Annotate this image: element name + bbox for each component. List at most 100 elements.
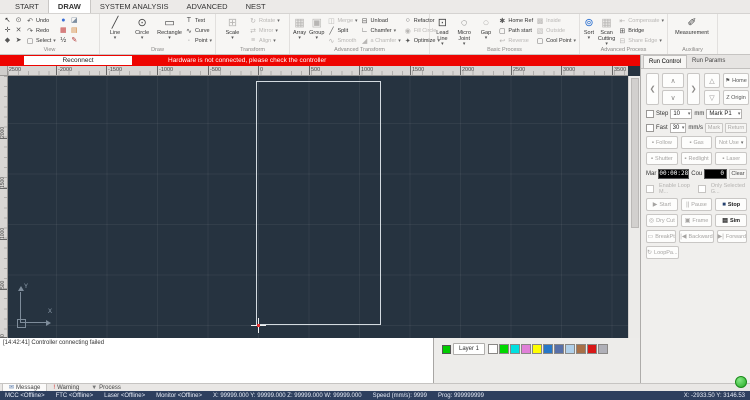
grid-toggle-icon[interactable]: ▦ bbox=[59, 26, 68, 35]
fast-checkbox[interactable] bbox=[646, 124, 654, 132]
smooth-button[interactable]: ∿Smooth bbox=[327, 36, 357, 45]
fit-view-icon[interactable]: ◆ bbox=[3, 36, 12, 45]
layer-color-swatch[interactable] bbox=[510, 344, 520, 354]
gap-button[interactable]: ○Gap▾ bbox=[477, 16, 496, 47]
backward-button[interactable]: |◀Backward bbox=[679, 230, 713, 243]
z-up-button[interactable]: △ bbox=[704, 73, 720, 88]
redo-button[interactable]: ↷Redo bbox=[26, 26, 56, 35]
layer-color-swatch[interactable] bbox=[576, 344, 586, 354]
home-ref-button[interactable]: ✱Home Ref bbox=[498, 16, 533, 25]
pause-button[interactable]: ||Pause bbox=[681, 198, 713, 211]
chamfer-button[interactable]: ∟Chamfer▾ bbox=[361, 26, 401, 35]
redlight-toggle[interactable]: ▪Redlight bbox=[681, 152, 713, 165]
looppa-button[interactable]: ↻LoopPa... bbox=[646, 246, 679, 259]
share-edge-button[interactable]: ⊟Share Edge▾ bbox=[618, 36, 664, 45]
bridge-button[interactable]: ⊞Bridge bbox=[618, 26, 664, 35]
outside-button[interactable]: ▧Outside bbox=[536, 26, 576, 35]
forward-button[interactable]: ▶|Forward bbox=[717, 230, 747, 243]
mirror-button[interactable]: ⇄Mirror▾ bbox=[249, 26, 280, 35]
micro-joint-button[interactable]: ◌Micro Joint▾ bbox=[455, 16, 474, 47]
pick-icon[interactable]: ➤ bbox=[14, 36, 23, 45]
compensate-button[interactable]: ⇤Compensate▾ bbox=[618, 16, 664, 25]
layer-button[interactable]: Layer 1 bbox=[453, 343, 485, 355]
jog-down-button[interactable]: ∨ bbox=[662, 90, 684, 105]
zoom-icon[interactable]: ⊙ bbox=[14, 16, 23, 25]
scan-cutting-button[interactable]: ▦Scan Cutting▾ bbox=[598, 16, 615, 47]
layer-color-swatch[interactable] bbox=[565, 344, 575, 354]
group-button[interactable]: ▣Group▾ bbox=[309, 16, 324, 45]
ribbon-tab-nest[interactable]: NEST bbox=[237, 0, 275, 13]
enable-loop-checkbox[interactable] bbox=[646, 185, 654, 193]
show-point-icon[interactable]: ● bbox=[59, 16, 68, 25]
lead-line-button[interactable]: ⊡Lead Line▾ bbox=[433, 16, 452, 47]
step-checkbox[interactable] bbox=[646, 110, 654, 118]
return-button[interactable]: Return bbox=[725, 123, 747, 133]
z-down-button[interactable]: ▽ bbox=[704, 90, 720, 105]
scale-button[interactable]: ⊞Scale▾ bbox=[219, 16, 246, 45]
half-scale-icon[interactable]: ½ bbox=[59, 36, 68, 45]
path-start-button[interactable]: ▢Path start bbox=[498, 26, 533, 35]
shade-view-icon[interactable]: ◪ bbox=[70, 16, 79, 25]
mark-position-select[interactable]: Mark P1▾ bbox=[706, 109, 742, 119]
drawing-canvas[interactable]: Y X bbox=[8, 76, 628, 338]
sim-button[interactable]: ▤Sim bbox=[715, 214, 747, 227]
pan-icon[interactable]: ✛ bbox=[3, 26, 12, 35]
cool-point-button[interactable]: ▢Cool Point▾ bbox=[536, 36, 576, 45]
sort-button[interactable]: ⊚Sort▾ bbox=[583, 16, 595, 47]
clipboard-icon[interactable]: ▤ bbox=[70, 26, 79, 35]
gas-toggle[interactable]: ▪Gas bbox=[681, 136, 713, 149]
jog-left-button[interactable]: ❮ bbox=[646, 73, 659, 105]
laser-toggle[interactable]: ▪Laser bbox=[715, 152, 747, 165]
ribbon-tab-system-analysis[interactable]: SYSTEM ANALYSIS bbox=[91, 0, 178, 13]
jog-right-button[interactable]: ❯ bbox=[687, 73, 700, 105]
step-value-select[interactable]: 10▾ bbox=[670, 109, 692, 119]
ribbon-tab-draw[interactable]: DRAW bbox=[48, 0, 91, 13]
split-button[interactable]: ╱Split bbox=[327, 26, 357, 35]
layer-color-swatch[interactable] bbox=[499, 344, 509, 354]
layer-color-swatch[interactable] bbox=[598, 344, 608, 354]
fast-value-select[interactable]: 30▾ bbox=[670, 123, 687, 133]
align-button[interactable]: ≡Align▾ bbox=[249, 36, 280, 45]
frame-button[interactable]: ▣Frame bbox=[681, 214, 713, 227]
tab-warning[interactable]: !Warning bbox=[47, 384, 85, 391]
scrollbar-thumb[interactable] bbox=[631, 78, 639, 228]
text-button[interactable]: TText bbox=[185, 16, 212, 25]
layer-color-swatch[interactable] bbox=[488, 344, 498, 354]
select-button[interactable]: ▢Select▾ bbox=[26, 36, 56, 45]
layer-color-swatch[interactable] bbox=[587, 344, 597, 354]
start-button[interactable]: ▶Start bbox=[646, 198, 678, 211]
layer-color-swatch[interactable] bbox=[543, 344, 553, 354]
merge-button[interactable]: ◫Merge▾ bbox=[327, 16, 357, 25]
measurement-button[interactable]: ✐Measurement bbox=[671, 16, 713, 45]
layer-color-swatch[interactable] bbox=[554, 344, 564, 354]
tab-run-control[interactable]: Run Control bbox=[643, 55, 687, 68]
a-chamfer-button[interactable]: ◢a Chamfer▾ bbox=[361, 36, 401, 45]
reconnect-button[interactable]: Reconnect bbox=[24, 56, 132, 65]
shutter-toggle[interactable]: ▪Shutter bbox=[646, 152, 678, 165]
canvas-vertical-scrollbar[interactable] bbox=[628, 76, 640, 338]
connection-indicator[interactable] bbox=[735, 376, 747, 388]
tab-run-params[interactable]: Run Params bbox=[687, 55, 730, 68]
edit-node-icon[interactable]: ✎ bbox=[70, 36, 79, 45]
delete-icon[interactable]: ✕ bbox=[14, 26, 23, 35]
point-button[interactable]: ·Point▾ bbox=[185, 36, 212, 45]
select-cursor-icon[interactable]: ↖ bbox=[3, 16, 12, 25]
tab-process[interactable]: ▼Process bbox=[85, 384, 127, 391]
ribbon-tab-advanced[interactable]: ADVANCED bbox=[177, 0, 236, 13]
curve-button[interactable]: ∿Curve bbox=[185, 26, 212, 35]
only-selected-checkbox[interactable] bbox=[698, 185, 706, 193]
array-button[interactable]: ▦Array▾ bbox=[293, 16, 306, 45]
rectangle-button[interactable]: ▭Rectangle▾ bbox=[157, 16, 182, 45]
clear-button[interactable]: Clear bbox=[729, 169, 747, 179]
layer-color-swatch[interactable] bbox=[521, 344, 531, 354]
line-button[interactable]: ╱Line▾ bbox=[103, 16, 127, 45]
tab-message[interactable]: ✉Message bbox=[2, 384, 47, 391]
mark-button[interactable]: Mark bbox=[705, 123, 723, 133]
dry-cut-button[interactable]: ◎Dry Cut bbox=[646, 214, 678, 227]
undo-button[interactable]: ↶Undo bbox=[26, 16, 56, 25]
circle-button[interactable]: ⊙Circle▾ bbox=[130, 16, 154, 45]
rotate-button[interactable]: ↻Rotate▾ bbox=[249, 16, 280, 25]
not-use-toggle[interactable]: Not Use▾ bbox=[715, 136, 747, 149]
reverse-button[interactable]: ↩Reverse bbox=[498, 36, 533, 45]
jog-up-button[interactable]: ∧ bbox=[662, 73, 684, 88]
